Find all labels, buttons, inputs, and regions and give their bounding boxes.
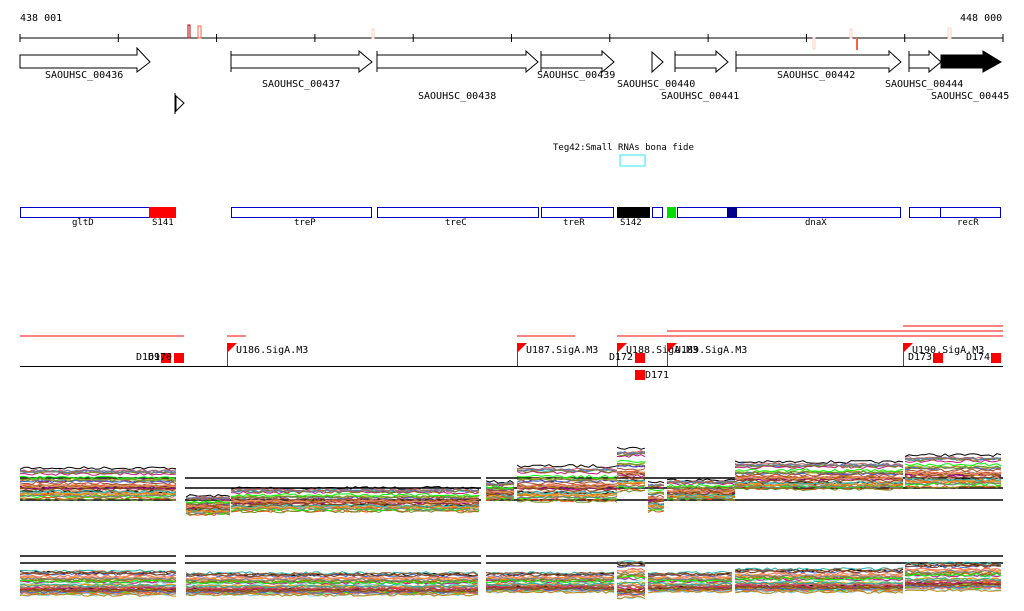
variant-mark bbox=[371, 28, 375, 39]
promoter-label: U189.SigA.M3 bbox=[675, 345, 748, 356]
terminator-label: D172 bbox=[609, 352, 634, 363]
position-ruler bbox=[19, 24, 1004, 50]
genome-browser-canvas bbox=[19, 24, 1004, 605]
feature-label: treP bbox=[294, 218, 316, 228]
feature-track bbox=[20, 207, 1001, 218]
expression-line bbox=[904, 462, 1002, 467]
gene-label: SAOUHSC_00444 bbox=[885, 79, 964, 90]
gene-arrow-00444[interactable] bbox=[908, 49, 942, 74]
gene-label: SAOUHSC_00442 bbox=[777, 70, 856, 81]
feature-label: dnaX bbox=[805, 218, 827, 228]
gap bbox=[481, 445, 486, 520]
feature-small[interactable] bbox=[652, 207, 663, 218]
expression-panel-1 bbox=[19, 445, 1003, 520]
gene-arrow-00441[interactable] bbox=[674, 49, 729, 74]
terminator-label: D174 bbox=[966, 352, 991, 363]
promoter-label: U187.SigA.M3 bbox=[526, 345, 599, 356]
feature-label: treC bbox=[445, 218, 467, 228]
gene-label: SAOUHSC_00437 bbox=[262, 79, 341, 90]
expression-line bbox=[616, 488, 646, 492]
feature-treC[interactable] bbox=[377, 207, 539, 218]
expression-line bbox=[734, 468, 904, 473]
feature-label: gltD bbox=[72, 218, 94, 228]
terminator-D170[interactable] bbox=[174, 353, 184, 363]
expression-line bbox=[666, 483, 736, 488]
expression-line bbox=[647, 488, 665, 492]
terminator-label: D170 bbox=[148, 352, 173, 363]
feature-dnaX[interactable] bbox=[677, 207, 901, 218]
expression-line bbox=[616, 446, 646, 450]
terminator-label: D173 bbox=[908, 352, 933, 363]
expression-panel-2 bbox=[19, 545, 1003, 605]
gap bbox=[176, 445, 185, 520]
feature-label: recR bbox=[957, 218, 979, 228]
gene-arrow-00445[interactable] bbox=[940, 50, 1002, 73]
gene-arrow-00442[interactable] bbox=[735, 49, 902, 74]
gene-arrow-00440[interactable] bbox=[651, 50, 664, 74]
feature-treP[interactable] bbox=[231, 207, 372, 218]
feature-label: S141 bbox=[152, 218, 174, 228]
terminator-D174[interactable] bbox=[991, 353, 1001, 363]
variant-mark bbox=[187, 24, 191, 39]
feature-label: S142 bbox=[620, 218, 642, 228]
gene-label: SAOUHSC_00440 bbox=[617, 79, 696, 90]
terminator-D171[interactable] bbox=[635, 370, 645, 380]
ruler-start-label: 438 001 bbox=[20, 13, 63, 24]
variant-mark bbox=[856, 38, 858, 50]
variant-mark bbox=[197, 25, 202, 39]
expression-line bbox=[647, 480, 665, 484]
feature-treR[interactable] bbox=[541, 207, 614, 218]
feature-navy-mark[interactable] bbox=[727, 207, 737, 218]
gene-label: SAOUHSC_00441 bbox=[661, 91, 740, 102]
ruler-end-label: 448 000 bbox=[960, 13, 1003, 24]
terminator-label: D171 bbox=[645, 370, 670, 381]
expression-line bbox=[616, 467, 646, 471]
srna-box-teg42[interactable] bbox=[619, 154, 646, 167]
feature-green-mark[interactable] bbox=[667, 207, 676, 218]
gap bbox=[176, 545, 185, 605]
expression-line bbox=[616, 459, 646, 463]
expression-line bbox=[734, 459, 904, 464]
gene-arrow-small[interactable] bbox=[175, 94, 185, 113]
gene-arrow-00438[interactable] bbox=[376, 49, 539, 74]
feature-gltD[interactable] bbox=[20, 207, 150, 218]
gene-track bbox=[19, 46, 1002, 114]
gene-label: SAOUHSC_00438 bbox=[418, 91, 497, 102]
gene-label: SAOUHSC_00445 bbox=[931, 91, 1010, 102]
gene-arrow-00436[interactable] bbox=[19, 46, 151, 74]
gene-label: SAOUHSC_00439 bbox=[537, 70, 616, 81]
variant-mark bbox=[947, 27, 952, 39]
srna-label: Teg42:Small RNAs bona fide bbox=[553, 143, 694, 153]
expression-line bbox=[516, 464, 618, 469]
variant-mark bbox=[812, 37, 816, 50]
expression-line bbox=[19, 466, 177, 470]
feature-S141[interactable] bbox=[149, 207, 176, 218]
gap bbox=[481, 545, 486, 605]
gene-label: SAOUHSC_00436 bbox=[45, 70, 124, 81]
feature-label: treR bbox=[563, 218, 585, 228]
feature-recR[interactable] bbox=[909, 207, 1001, 218]
variant-mark bbox=[849, 28, 853, 39]
gene-arrow-00437[interactable] bbox=[230, 49, 373, 74]
promoter-label: U186.SigA.M3 bbox=[236, 345, 309, 356]
feature-S142[interactable] bbox=[617, 207, 650, 218]
gene-arrow-00439[interactable] bbox=[540, 49, 615, 74]
